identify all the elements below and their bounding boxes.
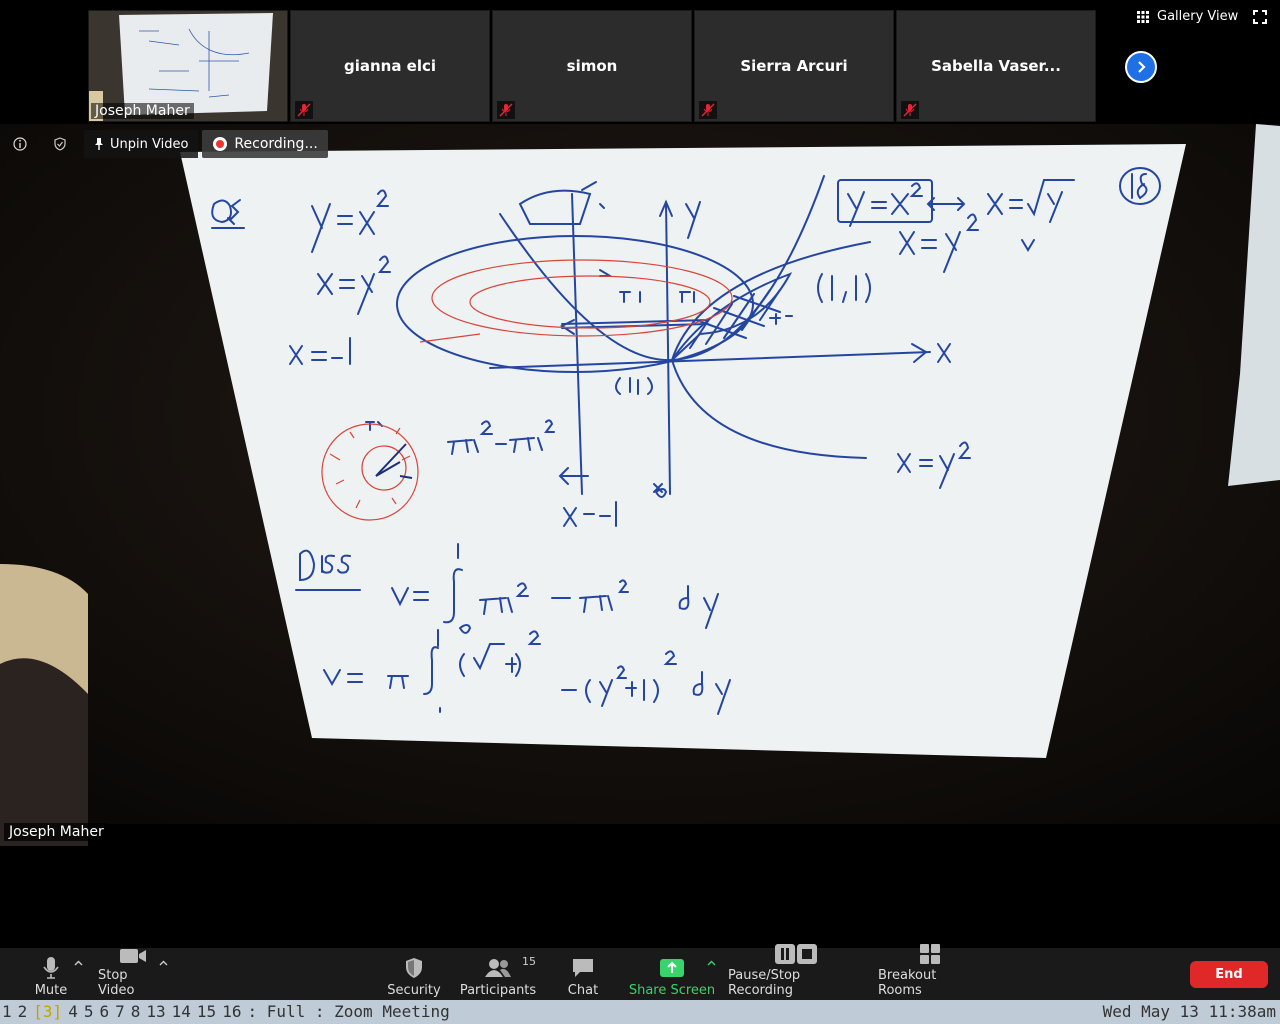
gallery-view-label: Gallery View (1157, 9, 1239, 24)
self-tile-name: Joseph Maher (91, 103, 194, 119)
chevron-right-icon (1138, 61, 1146, 73)
recording-indicator[interactable]: Recording... (202, 130, 328, 158)
workspace-item[interactable]: 7 (115, 1002, 125, 1021)
encryption-button[interactable] (40, 130, 80, 158)
fullscreen-icon (1253, 10, 1267, 24)
participant-tile[interactable]: simon (492, 10, 692, 122)
share-screen-button[interactable]: Share Screen (628, 954, 716, 998)
workspace-item[interactable]: 1 (2, 1002, 12, 1021)
participants-icon (484, 956, 512, 980)
pause-stop-icon (774, 943, 818, 965)
share-options-caret[interactable] (707, 958, 716, 969)
workspace-item[interactable]: 13 (146, 1002, 165, 1021)
workspace-item[interactable]: 2 (18, 1002, 28, 1021)
end-meeting-button[interactable]: End (1190, 961, 1268, 988)
pause-stop-recording-label: Pause/Stop Recording (728, 968, 801, 998)
audio-options-caret[interactable] (74, 958, 83, 969)
stop-video-button[interactable]: Stop Video (98, 949, 168, 998)
shield-icon (404, 956, 424, 980)
security-button[interactable]: Security (386, 954, 442, 998)
participants-count-badge: 15 (522, 955, 536, 968)
mute-button[interactable]: Mute (30, 954, 72, 998)
workspace-item[interactable]: 5 (84, 1002, 94, 1021)
muted-mic-icon (497, 101, 515, 119)
chevron-up-icon (74, 960, 83, 966)
unpin-video-button[interactable]: Unpin Video (84, 130, 199, 158)
participant-name: Sabella Vaser... (931, 57, 1061, 75)
workspace-item-active[interactable]: [3] (33, 1002, 62, 1021)
chevron-up-icon (159, 960, 168, 966)
meeting-toolbar: Mute Stop Video Security Participants Ch… (0, 944, 1280, 1000)
microphone-icon (42, 956, 60, 980)
next-page-button[interactable] (1125, 51, 1157, 83)
recording-icon (213, 137, 228, 151)
video-camera-icon (119, 947, 147, 965)
window-manager-statusbar: 1 2 [3] 4 5 6 7 8 13 14 15 16: Full : Zoom Meeting … (0, 1000, 1280, 1024)
muted-mic-icon (699, 101, 717, 119)
participants-label: Participants (459, 983, 537, 998)
grid-icon (1137, 10, 1149, 23)
workspace-item[interactable]: 6 (99, 1002, 109, 1021)
share-screen-icon (659, 956, 685, 980)
meeting-info-button[interactable] (0, 130, 40, 158)
chat-bubble-icon (571, 956, 595, 980)
participant-tile[interactable]: gianna elci (290, 10, 490, 122)
shield-icon (54, 137, 66, 151)
muted-mic-icon (295, 101, 313, 119)
info-icon (13, 137, 27, 151)
workspace-item[interactable]: 15 (197, 1002, 216, 1021)
gallery-strip: Joseph Maher gianna elci simon Sierra Ar… (0, 0, 1280, 124)
fullscreen-button[interactable] (1253, 9, 1267, 28)
recording-label: Recording... (234, 136, 318, 152)
participant-tile[interactable]: Sabella Vaser... (896, 10, 1096, 122)
pause-stop-recording-button[interactable]: Pause/Stop Recording (728, 944, 864, 998)
chevron-up-icon (707, 960, 716, 966)
unpin-video-label: Unpin Video (110, 136, 189, 152)
participant-tile[interactable]: Sierra Arcuri (694, 10, 894, 122)
main-video (0, 124, 1280, 846)
whiteboard-video-feed (0, 124, 1280, 846)
participant-name: gianna elci (343, 57, 437, 75)
chat-button[interactable]: Chat (562, 954, 604, 998)
breakout-rooms-icon (919, 943, 941, 965)
video-info-bar: Unpin Video Recording... (0, 130, 328, 158)
participant-name: simon (566, 57, 618, 75)
gallery-view-button[interactable]: Gallery View (1137, 9, 1238, 24)
share-screen-label: Share Screen (628, 983, 716, 998)
statusbar-mode: : Full : Zoom Meeting (247, 1002, 450, 1021)
statusbar-datetime: Wed May 13 11:38am (1102, 1002, 1276, 1021)
mute-label: Mute (34, 983, 68, 998)
workspace-item[interactable]: 16 (222, 1002, 241, 1021)
breakout-rooms-button[interactable]: Breakout Rooms (878, 944, 982, 998)
breakout-rooms-label: Breakout Rooms (878, 968, 937, 998)
chat-label: Chat (567, 983, 599, 998)
video-options-caret[interactable] (159, 958, 168, 969)
muted-mic-icon (901, 101, 919, 119)
workspace-list: 1 2 [3] 4 5 6 7 8 13 14 15 16 : Full : Zoom Meeting (2, 1000, 456, 1024)
workspace-item[interactable]: 4 (68, 1002, 78, 1021)
security-label: Security (387, 983, 441, 998)
workspace-item[interactable]: 8 (131, 1002, 141, 1021)
pin-icon (95, 138, 103, 150)
self-video-tile[interactable]: Joseph Maher (88, 10, 288, 122)
stop-video-label: Stop Video (98, 968, 135, 998)
participant-name: Sierra Arcuri (740, 57, 848, 75)
active-speaker-name: Joseph Maher (4, 823, 109, 841)
workspace-item[interactable]: 14 (172, 1002, 191, 1021)
